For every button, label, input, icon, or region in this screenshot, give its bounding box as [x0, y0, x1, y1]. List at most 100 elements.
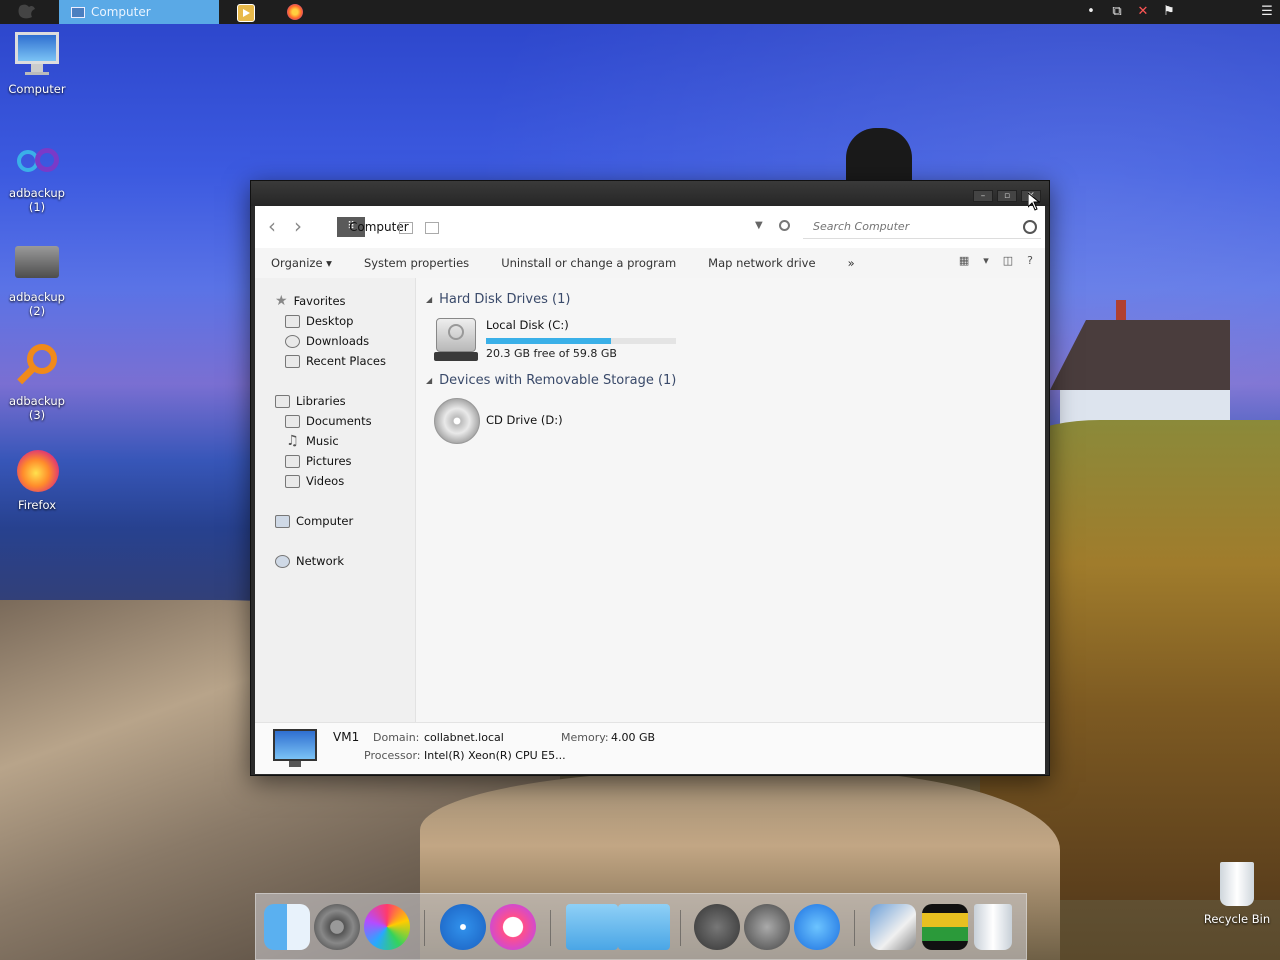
group-hard-disk-drives[interactable]: ◢ Hard Disk Drives (1) — [426, 292, 570, 307]
uninstall-program-button[interactable]: Uninstall or change a program — [485, 256, 692, 270]
search-icon[interactable] — [1023, 220, 1037, 234]
dock-separator — [854, 910, 855, 946]
trash-icon[interactable] — [974, 904, 1012, 950]
sidebar-item-label: Desktop — [306, 314, 354, 328]
start-icon[interactable] — [14, 3, 40, 21]
collapse-triangle-icon[interactable]: ◢ — [426, 295, 432, 304]
sidebar-item-music[interactable]: ♫ Music — [285, 432, 339, 450]
star-icon: ★ — [275, 293, 288, 309]
network-icon — [275, 554, 290, 568]
preview-icon[interactable] — [870, 904, 916, 950]
drive-cd-d[interactable]: CD Drive (D:) — [434, 398, 634, 446]
explorer-window: – ▫ ✕ ‹ › ⠿ Computer ▼ Organize ▾ System… — [250, 180, 1050, 776]
sidebar-item-label: Documents — [306, 414, 372, 428]
power-icon[interactable] — [694, 904, 740, 950]
group-removable-storage[interactable]: ◢ Devices with Removable Storage (1) — [426, 373, 676, 388]
computer-icon — [71, 6, 85, 18]
folder-icon[interactable] — [566, 904, 618, 950]
disk-usage-fill — [486, 338, 612, 344]
computer-icon — [273, 729, 317, 761]
view-columns-icon[interactable] — [399, 222, 413, 234]
sidebar-item-label: Downloads — [306, 334, 370, 348]
navigation-bar: ‹ › ⠿ Computer ▼ — [255, 206, 1045, 248]
maximize-button[interactable]: ▫ — [997, 190, 1017, 202]
collapse-triangle-icon[interactable]: ◢ — [426, 376, 432, 385]
network-icon[interactable]: ⧉ — [1110, 5, 1124, 19]
change-view-icon[interactable]: ▦ — [959, 254, 969, 267]
sidebar-item-desktop[interactable]: Desktop — [285, 312, 353, 330]
app-store-icon[interactable] — [794, 904, 840, 950]
disk-usage-bar — [486, 338, 676, 344]
taskbar-item-computer[interactable]: Computer — [59, 0, 219, 24]
drive-name: Local Disk (C:) — [486, 318, 569, 332]
sidebar-item-favorites[interactable]: ★ Favorites — [275, 292, 346, 310]
refresh-icon[interactable] — [779, 220, 790, 231]
desktop-icon-adbackup-1[interactable]: adbackup (1) — [0, 134, 74, 214]
sidebar-item-documents[interactable]: Documents — [285, 412, 372, 430]
address-dropdown-icon[interactable]: ▼ — [755, 220, 763, 231]
downloads-icon — [285, 334, 300, 348]
view-panel-icon[interactable] — [425, 222, 439, 234]
sidebar-item-downloads[interactable]: Downloads — [285, 332, 369, 350]
game-center-icon[interactable] — [364, 904, 410, 950]
adbackup-icon — [13, 134, 61, 182]
computer-icon — [275, 514, 290, 528]
domain-value: collabnet.local — [424, 731, 504, 744]
map-network-drive-button[interactable]: Map network drive — [692, 256, 831, 270]
firefox-icon[interactable] — [287, 4, 303, 20]
photo-booth-icon[interactable] — [922, 904, 968, 950]
forward-arrow-icon[interactable]: › — [289, 216, 307, 236]
media-player-icon[interactable] — [237, 4, 255, 22]
desktop-icon-recycle-bin[interactable]: Recycle Bin — [1200, 862, 1274, 926]
desktop-icon-label: adbackup (1) — [9, 186, 65, 214]
desktop-icon-label: Firefox — [17, 498, 57, 512]
recent-places-icon — [285, 354, 300, 368]
help-icon[interactable]: ? — [1027, 254, 1033, 267]
desktop-icon-computer[interactable]: Computer — [0, 30, 74, 96]
sidebar-item-label: Videos — [306, 474, 345, 488]
hard-disk-icon — [434, 316, 478, 362]
libraries-icon — [275, 394, 290, 408]
organize-button[interactable]: Organize ▾ — [255, 256, 348, 270]
sidebar-item-videos[interactable]: Videos — [285, 472, 344, 490]
desktop-icon-firefox[interactable]: Firefox — [0, 446, 74, 512]
desktop-icon-label: Computer — [8, 82, 66, 96]
sidebar-item-network[interactable]: Network — [275, 552, 344, 570]
dock-separator — [424, 910, 425, 946]
menu-icon[interactable]: ☰ — [1260, 5, 1274, 19]
itunes-icon[interactable] — [490, 904, 536, 950]
drive-name: CD Drive (D:) — [486, 413, 563, 427]
cd-drive-icon — [434, 398, 480, 444]
sidebar-item-computer[interactable]: Computer — [275, 512, 353, 530]
sidebar-item-recent-places[interactable]: Recent Places — [285, 352, 386, 370]
volume-muted-icon[interactable]: ✕ — [1136, 5, 1150, 19]
desktop-icon-label: adbackup (3) — [9, 394, 65, 422]
memory-label: Memory: — [561, 731, 609, 744]
sidebar-item-label: Network — [296, 554, 345, 568]
launchpad-icon[interactable] — [744, 904, 790, 950]
top-taskbar: Computer • ⧉ ✕ ⚑ ☰ — [0, 0, 1280, 24]
safari-icon[interactable] — [440, 904, 486, 950]
finder-icon[interactable] — [264, 904, 310, 950]
minimize-button[interactable]: – — [973, 190, 993, 202]
system-properties-button[interactable]: System properties — [348, 256, 485, 270]
sidebar-item-label: Pictures — [306, 454, 352, 468]
preview-pane-icon[interactable]: ◫ — [1003, 254, 1013, 267]
more-commands-button[interactable]: » — [832, 256, 871, 270]
applications-folder-icon[interactable] — [618, 904, 670, 950]
system-preferences-icon[interactable] — [314, 904, 360, 950]
back-arrow-icon[interactable]: ‹ — [263, 216, 281, 236]
address-bar[interactable]: ⠿ Computer — [337, 217, 443, 237]
desktop-icon-adbackup-2[interactable]: adbackup (2) — [0, 238, 74, 318]
sidebar-item-pictures[interactable]: Pictures — [285, 452, 352, 470]
drive-local-disk-c[interactable]: Local Disk (C:) 20.3 GB free of 59.8 GB — [434, 316, 714, 366]
desktop-icon-adbackup-3[interactable]: adbackup (3) — [0, 342, 74, 422]
taskbar-item-label: Computer — [91, 5, 151, 19]
search-input[interactable] — [811, 219, 1015, 234]
music-icon: ♫ — [286, 433, 299, 449]
window-titlebar[interactable]: – ▫ ✕ — [251, 181, 1049, 206]
view-dropdown-icon[interactable]: ▾ — [983, 254, 989, 267]
flag-icon[interactable]: ⚑ — [1162, 5, 1176, 19]
search-box[interactable] — [803, 216, 1041, 239]
sidebar-item-libraries[interactable]: Libraries — [275, 392, 346, 410]
